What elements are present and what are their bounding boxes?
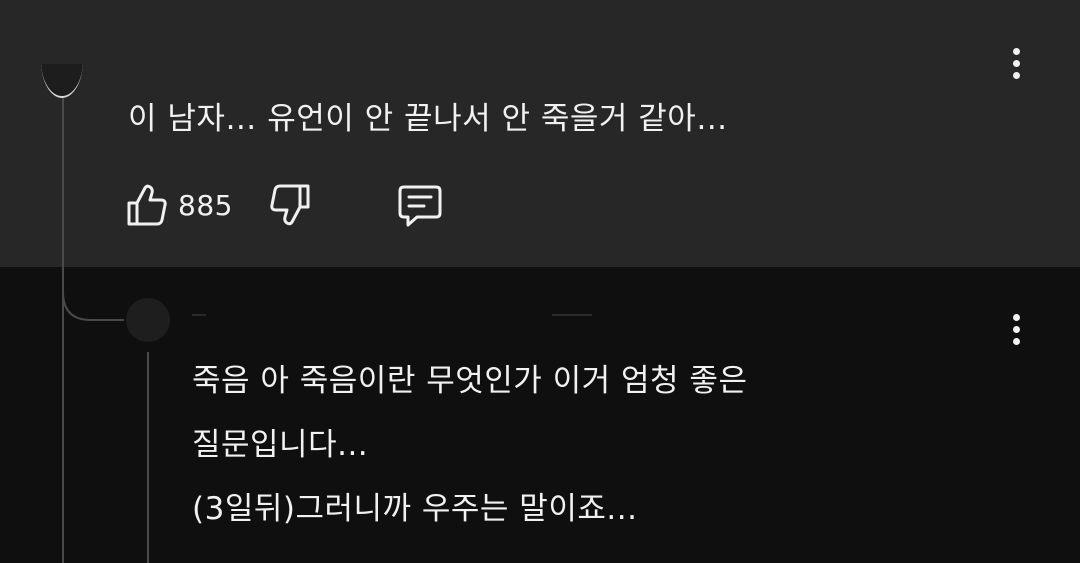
commenter-avatar[interactable] <box>41 64 83 98</box>
reply-more-options-button[interactable] <box>1006 309 1026 349</box>
reply-text-line: 죽음 아 죽음이란 무엇인가 이거 엄청 좋은 <box>192 363 748 399</box>
reply-thread-line <box>147 352 149 563</box>
thread-line <box>62 96 64 563</box>
reply-button[interactable] <box>397 183 443 227</box>
thumbs-up-icon <box>127 184 167 226</box>
like-button[interactable] <box>126 183 168 227</box>
thumbs-down-icon <box>270 184 310 226</box>
dislike-button[interactable] <box>269 183 311 227</box>
comment-reply-icon <box>398 185 442 227</box>
more-vertical-icon <box>1012 313 1020 321</box>
more-vertical-icon <box>1012 47 1020 55</box>
comment-text: 이 남자… 유언이 안 끝나서 안 죽을거 같아… <box>128 101 728 137</box>
reply-text-line: 질문입니다... <box>192 427 369 463</box>
comment-action-bar: 885 <box>126 180 443 230</box>
reply-author-name[interactable] <box>192 312 612 318</box>
reply-avatar[interactable] <box>126 298 170 342</box>
thread-connector <box>62 270 124 321</box>
more-options-button[interactable] <box>1006 43 1026 83</box>
like-count: 885 <box>178 188 233 222</box>
reply-text-line: (3일뒤)그러니까 우주는 말이죠... <box>192 491 638 527</box>
